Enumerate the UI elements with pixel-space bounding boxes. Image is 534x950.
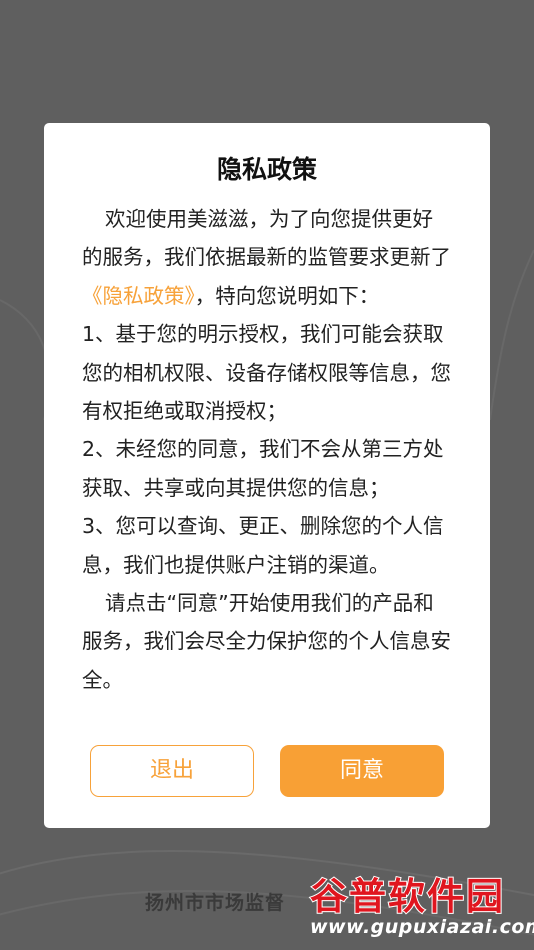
list-item-1: 1、基于您的明示授权，我们可能会获取您的相机权限、设备存储权限等信息，您有权拒绝…: [82, 322, 451, 424]
list-item-2: 2、未经您的同意，我们不会从第三方处获取、共享或向其提供您的信息；: [82, 437, 444, 500]
watermark-url: www.gupuxiazai.com: [310, 916, 534, 938]
dialog-body: 欢迎使用美滋滋，为了向您提供更好的服务，我们依据最新的监管要求更新了《隐私政策》…: [82, 200, 452, 699]
exit-button[interactable]: 退出: [90, 745, 254, 797]
watermark-title: 谷普软件园: [309, 874, 505, 919]
privacy-policy-link[interactable]: 《隐私政策》: [82, 284, 195, 308]
background-footer-text: 扬州市市场监督: [145, 892, 286, 914]
list-item-3: 3、您可以查询、更正、删除您的个人信息，我们也提供账户注销的渠道。: [82, 514, 444, 577]
agree-button[interactable]: 同意: [280, 745, 444, 797]
intro-text: 欢迎使用美滋滋，为了向您提供更好的服务，我们依据最新的监管要求更新了: [82, 207, 451, 270]
intro-paragraph: 欢迎使用美滋滋，为了向您提供更好的服务，我们依据最新的监管要求更新了《隐私政策》…: [82, 200, 452, 315]
intro-text-end: ，特向您说明如下：: [194, 283, 380, 308]
closing-paragraph: 请点击“同意”开始使用我们的产品和服务，我们会尽全力保护您的个人信息安全。: [82, 591, 451, 692]
dialog-title: 隐私政策: [216, 155, 317, 184]
watermark: 谷普软件园 www.gupuxiazai.com: [298, 862, 534, 948]
